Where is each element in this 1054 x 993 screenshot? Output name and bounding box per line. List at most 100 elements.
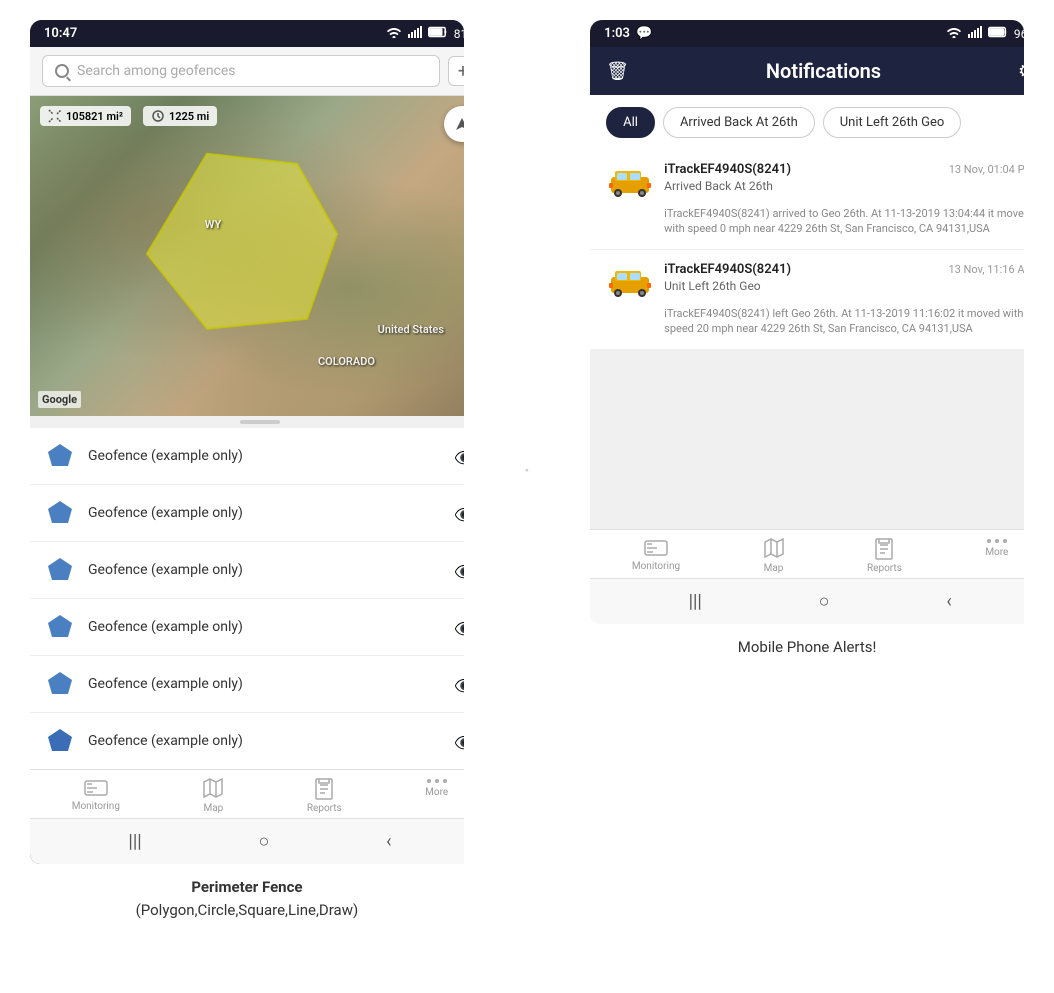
filter-tab-all[interactable]: All bbox=[606, 107, 655, 138]
right-more-icon bbox=[987, 538, 1007, 544]
right-monitoring-icon bbox=[644, 538, 668, 558]
right-battery-icon bbox=[988, 26, 1008, 41]
left-caption: Perimeter Fence Perimeter Fence (Polygon… bbox=[30, 864, 464, 921]
geofence-icon bbox=[46, 727, 74, 755]
android-back-btn[interactable]: ‹ bbox=[386, 831, 391, 852]
nav-monitoring-label: Monitoring bbox=[72, 801, 120, 812]
list-item[interactable]: Geofence (example only) 👁‍🗨 bbox=[30, 428, 464, 485]
notification-item-1[interactable]: iTrackEF4940S(8241) 13 Nov, 01:04 PM Arr… bbox=[590, 150, 1024, 250]
list-item[interactable]: Geofence (example only) 👁‍🗨 bbox=[30, 656, 464, 713]
left-time: 10:47 bbox=[44, 26, 77, 41]
filter-tab-unit-left[interactable]: Unit Left 26th Geo bbox=[823, 107, 962, 138]
visibility-icon[interactable]: 👁‍🗨 bbox=[454, 677, 464, 691]
signal-icon bbox=[408, 26, 422, 41]
left-bottom-nav: Monitoring Map Reports bbox=[30, 769, 464, 818]
right-wifi-icon bbox=[946, 26, 962, 41]
notification-list: iTrackEF4940S(8241) 13 Nov, 01:04 PM Arr… bbox=[590, 150, 1024, 349]
notification-item-2[interactable]: iTrackEF4940S(8241) 13 Nov, 11:16 AM Uni… bbox=[590, 250, 1024, 349]
search-input-area[interactable]: Search among geofences bbox=[42, 55, 440, 87]
list-item[interactable]: Geofence (example only) 👁‍🗨 bbox=[30, 599, 464, 656]
map-label-us: United States bbox=[378, 323, 444, 336]
map-label-wy: WY bbox=[205, 218, 221, 231]
right-android-nav: ||| ○ ‹ bbox=[590, 578, 1024, 624]
right-nav-monitoring[interactable]: Monitoring bbox=[632, 538, 680, 574]
right-nav-monitoring-label: Monitoring bbox=[632, 561, 680, 572]
area-stat: 105821 mi² bbox=[40, 106, 131, 126]
notif-meta-2: iTrackEF4940S(8241) 13 Nov, 11:16 AM Uni… bbox=[664, 262, 1024, 293]
filter-tab-arrived[interactable]: Arrived Back At 26th bbox=[663, 107, 815, 138]
notif-time-1: 13 Nov, 01:04 PM bbox=[949, 163, 1024, 176]
geofence-icon bbox=[46, 556, 74, 584]
notif-device-2: iTrackEF4940S(8241) bbox=[664, 262, 791, 277]
geofence-polygon bbox=[127, 144, 347, 348]
right-nav-map[interactable]: Map bbox=[764, 538, 784, 574]
left-android-nav: ||| ○ ‹ bbox=[30, 818, 464, 864]
list-item[interactable]: Geofence (example only) 👁‍🗨 bbox=[30, 713, 464, 769]
android-menu-btn[interactable]: ||| bbox=[128, 831, 141, 852]
list-item[interactable]: Geofence (example only) 👁‍🗨 bbox=[30, 542, 464, 599]
geofence-icon bbox=[46, 613, 74, 641]
add-geofence-button[interactable]: + bbox=[448, 56, 464, 86]
right-android-back-btn[interactable]: ‹ bbox=[946, 591, 951, 612]
battery-icon bbox=[428, 26, 448, 41]
car-avatar-2 bbox=[606, 262, 654, 300]
right-status-icons: 96% bbox=[946, 26, 1024, 41]
geofence-label: Geofence (example only) bbox=[88, 619, 440, 635]
right-caption-text: Mobile Phone Alerts! bbox=[738, 638, 877, 656]
notif-top-2: iTrackEF4940S(8241) 13 Nov, 11:16 AM Uni… bbox=[606, 262, 1024, 300]
right-status-bar: 1:03 💬 bbox=[590, 20, 1024, 47]
list-item[interactable]: Geofence (example only) 👁‍🗨 bbox=[30, 485, 464, 542]
right-android-menu-btn[interactable]: ||| bbox=[689, 591, 702, 612]
geofence-list: Geofence (example only) 👁‍🗨 Geofence (ex… bbox=[30, 428, 464, 769]
google-logo: Google bbox=[38, 391, 81, 408]
map-area[interactable]: 105821 mi² 1225 mi WY United States COLO… bbox=[30, 96, 464, 416]
more-icon bbox=[427, 778, 447, 784]
right-nav-reports[interactable]: Reports bbox=[867, 538, 902, 574]
settings-button[interactable]: ⚙ bbox=[1018, 61, 1024, 82]
visibility-icon[interactable]: 👁‍🗨 bbox=[454, 734, 464, 748]
visibility-icon[interactable]: 👁‍🗨 bbox=[454, 449, 464, 463]
nav-map-label: Map bbox=[204, 803, 224, 814]
nav-monitoring[interactable]: Monitoring bbox=[72, 778, 120, 814]
geofence-icon bbox=[46, 499, 74, 527]
nav-more[interactable]: More bbox=[425, 778, 448, 814]
visibility-icon[interactable]: 👁‍🗨 bbox=[454, 563, 464, 577]
notifications-header: 🗑 Notifications ⚙ bbox=[590, 47, 1024, 95]
separator: · bbox=[504, 457, 550, 485]
nav-reports[interactable]: Reports bbox=[307, 778, 342, 814]
delete-button[interactable]: 🗑 bbox=[606, 61, 629, 82]
notif-meta-1: iTrackEF4940S(8241) 13 Nov, 01:04 PM Arr… bbox=[664, 162, 1024, 193]
notif-device-time-1: iTrackEF4940S(8241) 13 Nov, 01:04 PM bbox=[664, 162, 1024, 177]
right-nav-more[interactable]: More bbox=[985, 538, 1008, 574]
notif-device-time-2: iTrackEF4940S(8241) 13 Nov, 11:16 AM bbox=[664, 262, 1024, 277]
geofence-label: Geofence (example only) bbox=[88, 676, 440, 692]
map-icon bbox=[203, 778, 223, 800]
right-android-home-btn[interactable]: ○ bbox=[819, 591, 830, 612]
right-nav-more-label: More bbox=[985, 547, 1008, 558]
visibility-icon[interactable]: 👁‍🗨 bbox=[454, 620, 464, 634]
visibility-icon[interactable]: 👁‍🗨 bbox=[454, 506, 464, 520]
reports-icon bbox=[314, 778, 334, 800]
notif-event-2: Unit Left 26th Geo bbox=[664, 279, 1024, 293]
filter-tabs: All Arrived Back At 26th Unit Left 26th … bbox=[590, 95, 1024, 150]
right-time: 1:03 bbox=[604, 26, 630, 41]
left-caption-title: Perimeter Fence bbox=[191, 878, 302, 896]
left-screen: 10:47 bbox=[30, 20, 464, 864]
monitoring-icon bbox=[84, 778, 108, 798]
right-nav-reports-label: Reports bbox=[867, 563, 902, 574]
notif-top-1: iTrackEF4940S(8241) 13 Nov, 01:04 PM Arr… bbox=[606, 162, 1024, 200]
right-battery-pct: 96% bbox=[1014, 27, 1024, 41]
gray-area bbox=[590, 349, 1024, 529]
search-bar: Search among geofences + bbox=[30, 47, 464, 96]
search-icon bbox=[55, 64, 69, 78]
left-status-bar: 10:47 bbox=[30, 20, 464, 47]
android-home-btn[interactable]: ○ bbox=[258, 831, 269, 852]
right-bottom-nav: Monitoring Map Reports bbox=[590, 529, 1024, 578]
geofence-label: Geofence (example only) bbox=[88, 448, 440, 464]
chat-icon: 💬 bbox=[636, 26, 652, 41]
geofence-icon bbox=[46, 442, 74, 470]
scroll-pill bbox=[240, 420, 280, 424]
notif-event-1: Arrived Back At 26th bbox=[664, 179, 1024, 193]
geofence-label: Geofence (example only) bbox=[88, 733, 440, 749]
nav-map[interactable]: Map bbox=[203, 778, 223, 814]
